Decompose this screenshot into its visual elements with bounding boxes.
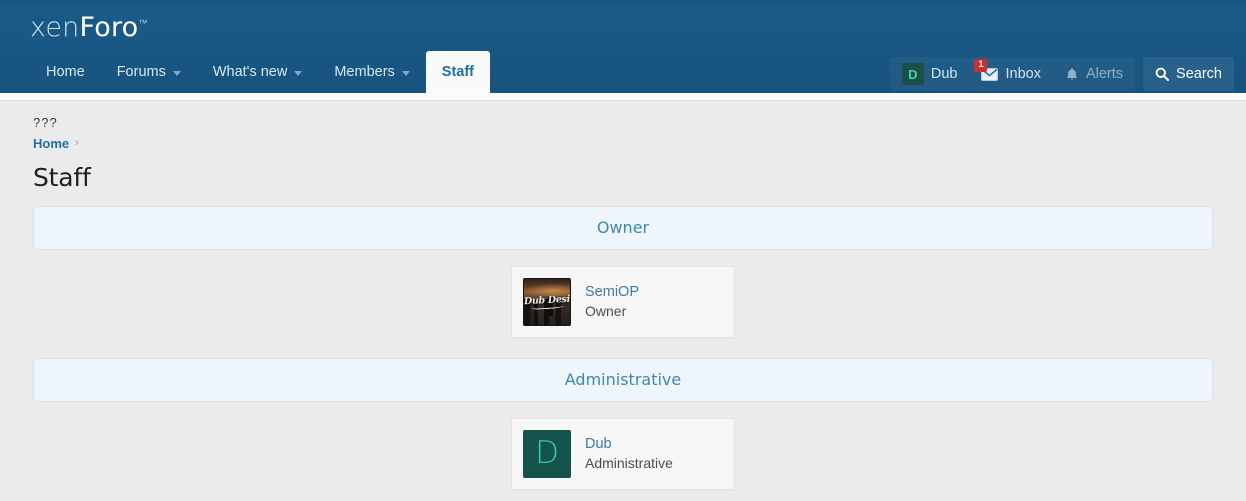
- staff-member-title: Owner: [585, 302, 627, 319]
- nav-tab-staff[interactable]: Staff: [425, 51, 491, 93]
- nav-tabs: Home Forums What's new Members Staff: [30, 51, 491, 93]
- nav-user-menu[interactable]: D Dub: [890, 57, 970, 91]
- nav-alerts-button[interactable]: Alerts: [1053, 57, 1135, 91]
- nav-username-label: Dub: [930, 66, 958, 82]
- nav-tab-whats-new[interactable]: What's new: [197, 51, 319, 93]
- logo-text-primary: xen: [30, 12, 80, 43]
- staff-members-row: Dub Designs SemiOP Owner: [33, 250, 1213, 338]
- nav-tab-label: Home: [46, 64, 85, 80]
- nav-tab-label: Staff: [441, 64, 475, 80]
- logo-bar: xenForo™: [0, 4, 1246, 51]
- nav-inbox-button[interactable]: 1 Inbox: [969, 57, 1052, 91]
- staff-member-name[interactable]: Dub: [585, 435, 673, 453]
- header-bottom-strip: [0, 93, 1246, 101]
- staff-section-owner: Owner Dub Designs SemiOP Owner: [33, 205, 1213, 338]
- nav-tab-forums[interactable]: Forums: [101, 51, 197, 93]
- avatar[interactable]: D: [523, 429, 571, 478]
- nav-user-area: D Dub 1 Inbox Alerts Search: [889, 57, 1234, 93]
- site-header: xenForo™ Home Forums What's new Members …: [0, 0, 1246, 93]
- envelope-icon-wrapper: 1: [974, 58, 999, 81]
- staff-member-card[interactable]: Dub Designs SemiOP Owner: [511, 265, 735, 338]
- logo-text-secondary: Foro: [79, 12, 139, 43]
- staff-section-heading: Administrative: [33, 357, 1213, 402]
- inbox-badge-count: 1: [974, 58, 988, 72]
- breadcrumb-item-home[interactable]: Home: [33, 136, 69, 151]
- breadcrumb-separator-icon: ›: [75, 137, 79, 149]
- bell-icon: [1065, 67, 1079, 82]
- nav-tab-label: Forums: [116, 64, 166, 80]
- nav-search-button[interactable]: Search: [1143, 57, 1234, 91]
- nav-search-label: Search: [1176, 66, 1222, 82]
- nav-alerts-label: Alerts: [1085, 66, 1124, 82]
- nav-tab-home[interactable]: Home: [30, 51, 101, 93]
- nav-tab-label: What's new: [212, 64, 288, 80]
- chevron-down-icon: [172, 70, 181, 76]
- staff-member-meta: SemiOP Owner: [585, 283, 639, 321]
- page-title: Staff: [33, 162, 91, 192]
- main-navigation: Home Forums What's new Members Staff D D…: [0, 51, 1246, 93]
- chevron-down-icon: [294, 70, 303, 76]
- staff-section-administrative: Administrative D Dub Administrative: [33, 357, 1213, 490]
- staff-member-meta: Dub Administrative: [585, 435, 673, 473]
- avatar: D: [901, 63, 924, 85]
- missing-phrase-placeholder: ???: [33, 115, 58, 130]
- staff-members-row: D Dub Administrative: [33, 402, 1213, 490]
- staff-section-heading: Owner: [33, 205, 1213, 250]
- avatar[interactable]: Dub Designs: [523, 277, 571, 326]
- breadcrumb: Home ›: [33, 136, 1213, 151]
- nav-tab-members[interactable]: Members: [318, 51, 425, 93]
- staff-member-card[interactable]: D Dub Administrative: [511, 417, 735, 490]
- page-content: ??? Home › Staff Owner Dub Designs SemiO…: [0, 101, 1246, 490]
- search-icon: [1155, 67, 1170, 81]
- nav-user-pill: D Dub 1 Inbox Alerts: [889, 57, 1136, 91]
- chevron-down-icon: [401, 70, 410, 76]
- staff-member-name[interactable]: SemiOP: [585, 283, 639, 301]
- nav-tab-label: Members: [334, 64, 395, 80]
- nav-inbox-label: Inbox: [1005, 66, 1041, 82]
- header-top-strip: [0, 0, 1246, 4]
- logo-trademark-icon: ™: [138, 19, 148, 29]
- staff-member-title: Administrative: [585, 454, 673, 471]
- site-logo[interactable]: xenForo™: [30, 14, 148, 41]
